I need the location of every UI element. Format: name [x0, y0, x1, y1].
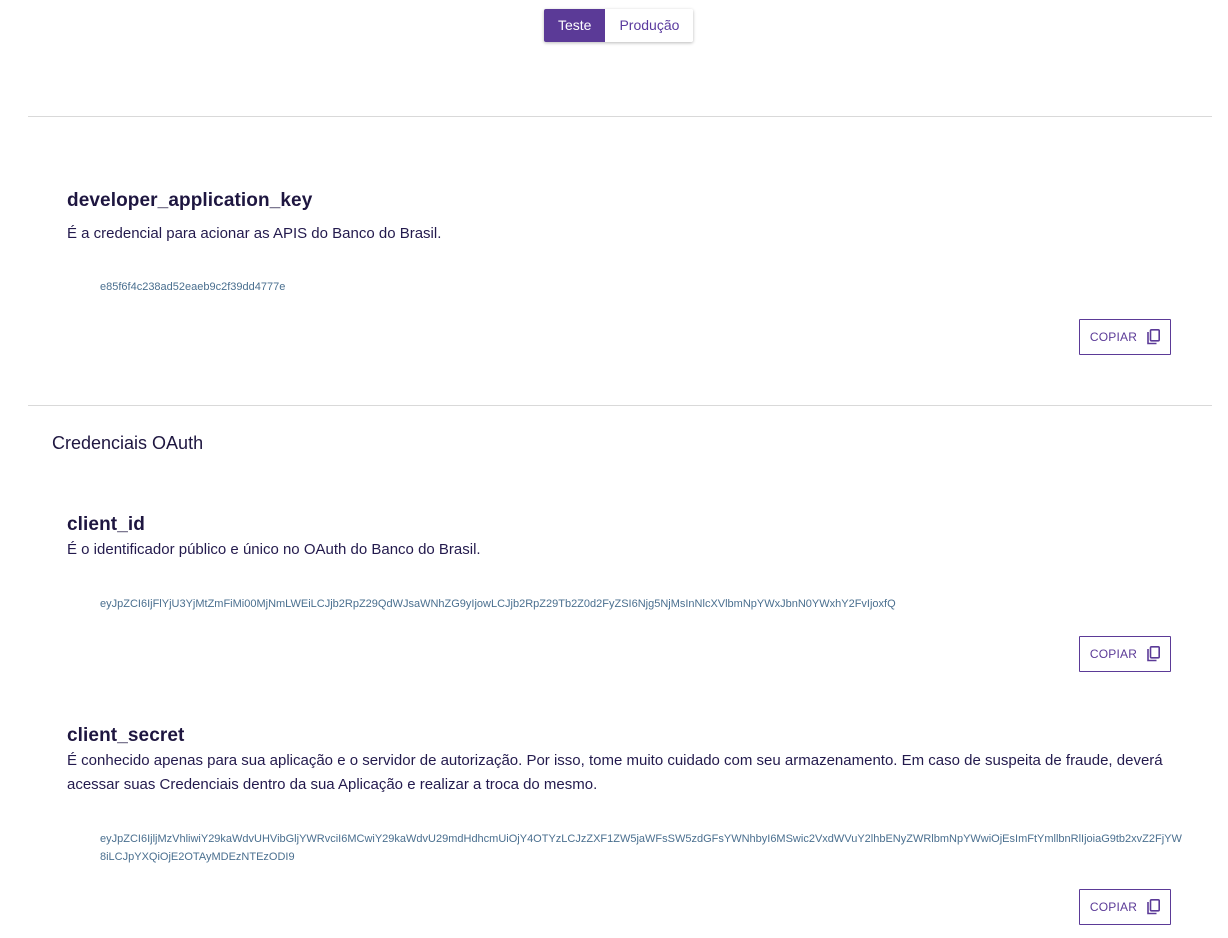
client-id-value: eyJpZCI6IjFlYjU3YjMtZmFiMi00MjNmLWEiLCJj… [100, 598, 896, 610]
client-secret-title: client_secret [67, 725, 185, 746]
copy-client-secret-button[interactable]: COPIAR [1079, 889, 1171, 925]
oauth-section-heading: Credenciais OAuth [52, 433, 204, 453]
client-secret-value: eyJpZCI6IjljMzVhliwiY29kaWdvUHVibGljYWRv… [100, 833, 1182, 863]
copy-button-label: COPIAR [1089, 647, 1138, 661]
client-id-description: É o identificador público e único no OAu… [67, 541, 481, 558]
copy-icon [1147, 899, 1161, 915]
client-id-title: client_id [67, 514, 145, 535]
copy-icon [1147, 329, 1161, 345]
app-key-description: É a credencial para acionar as APIS do B… [67, 225, 442, 242]
copy-client-id-button[interactable]: COPIAR [1079, 636, 1171, 672]
app-key-title: developer_application_key [67, 190, 313, 211]
copy-button-label: COPIAR [1089, 330, 1138, 344]
divider-top [28, 116, 1212, 117]
credentials-page: Teste Produção developer_application_key… [0, 0, 1228, 938]
environment-toggle: Teste Produção [544, 9, 694, 42]
tab-producao[interactable]: Produção [605, 9, 694, 42]
tab-teste[interactable]: Teste [544, 9, 606, 42]
divider-middle [28, 405, 1212, 406]
app-key-value: e85f6f4c238ad52eaeb9c2f39dd4777e [100, 281, 286, 293]
copy-icon [1147, 646, 1161, 662]
copy-button-label: COPIAR [1089, 900, 1138, 914]
copy-app-key-button[interactable]: COPIAR [1079, 319, 1171, 355]
client-secret-description: É conhecido apenas para sua aplicação e … [67, 752, 1163, 793]
